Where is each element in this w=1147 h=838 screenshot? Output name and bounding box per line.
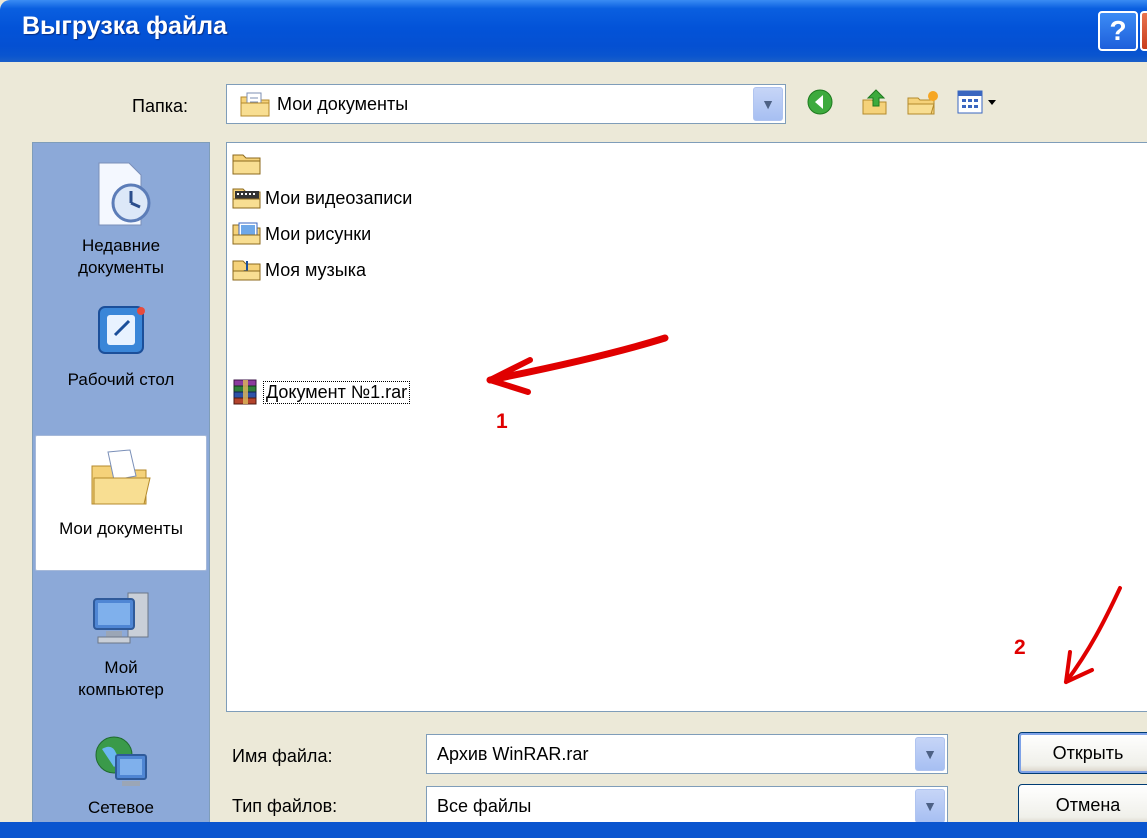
open-button-label: Открыть <box>1052 742 1124 763</box>
look-in-value: Мои документы <box>277 94 409 114</box>
filename-value: Архив WinRAR.rar <box>437 744 589 764</box>
title-bar[interactable]: Выгрузка файла ? ✕ <box>0 0 1147 62</box>
chevron-down-icon[interactable]: ▼ <box>915 737 945 771</box>
music-folder-icon <box>232 260 261 281</box>
help-icon: ? <box>1109 15 1127 46</box>
file-list[interactable]: Мои видеозаписи Мои рисунки Моя музыка Д… <box>226 142 1147 712</box>
place-label: Мои документы <box>59 519 183 538</box>
filetype-label: Тип файлов: <box>232 796 338 816</box>
desktop-icon <box>98 306 145 354</box>
cancel-button[interactable]: Отмена <box>1018 784 1147 826</box>
place-network[interactable]: Сетевое <box>33 729 209 819</box>
filetype-combobox[interactable]: Все файлы ▼ <box>426 786 948 826</box>
recent-documents-icon <box>98 162 151 226</box>
look-in-combobox[interactable]: Мои документы ▼ <box>226 84 786 124</box>
list-item[interactable]: Моя музыка <box>231 255 366 285</box>
list-item[interactable]: Мои рисунки <box>231 219 371 249</box>
annotation-marker-1: 1 <box>496 410 508 433</box>
filetype-value: Все файлы <box>437 796 532 816</box>
list-item[interactable]: Документ №1.rar <box>231 377 411 407</box>
my-computer-icon <box>93 592 149 644</box>
file-name: Мои рисунки <box>265 223 372 244</box>
file-name: Мои видеозаписи <box>265 187 413 208</box>
place-desktop[interactable]: Рабочий стол <box>33 301 209 391</box>
place-my-computer[interactable]: Мой компьютер <box>33 585 209 701</box>
file-name: Документ №1.rar <box>263 380 411 404</box>
view-menu-icon[interactable] <box>956 88 1008 116</box>
help-button[interactable]: ? <box>1098 11 1138 51</box>
annotation-marker-2: 2 <box>1014 636 1026 659</box>
up-folder-icon[interactable] <box>860 88 890 118</box>
open-button[interactable]: Открыть <box>1018 732 1147 774</box>
cancel-button-label: Отмена <box>1055 794 1121 815</box>
video-folder-icon <box>232 188 261 209</box>
back-icon[interactable] <box>806 88 834 116</box>
rar-archive-icon <box>233 379 257 405</box>
my-documents-small-icon <box>240 92 270 117</box>
place-label: Сетевое <box>88 798 154 817</box>
pictures-folder-icon <box>232 222 261 245</box>
place-label: Мой компьютер <box>78 658 164 699</box>
new-folder-icon[interactable] <box>906 88 940 118</box>
list-item[interactable] <box>231 149 265 179</box>
close-button[interactable]: ✕ <box>1140 11 1147 51</box>
place-label: Недавние документы <box>78 236 164 277</box>
network-icon <box>95 736 147 786</box>
list-item[interactable]: Мои видеозаписи <box>231 183 412 213</box>
chevron-down-icon[interactable]: ▼ <box>753 87 783 121</box>
folder-icon <box>232 154 261 175</box>
my-documents-icon <box>91 449 151 505</box>
look-in-label: Папка: <box>132 96 188 116</box>
places-bar: Недавние документы Рабочий стол Мои доку… <box>32 142 210 838</box>
file-name: Моя музыка <box>265 259 367 280</box>
file-upload-dialog: Выгрузка файла ? ✕ Папка: Мои документы … <box>0 0 1147 838</box>
window-frame-bottom <box>0 822 1147 838</box>
window-title: Выгрузка файла <box>22 12 228 40</box>
filename-combobox[interactable]: Архив WinRAR.rar ▼ <box>426 734 948 774</box>
place-label: Рабочий стол <box>67 370 175 389</box>
place-recent-documents[interactable]: Недавние документы <box>33 159 209 279</box>
filename-label: Имя файла: <box>232 746 333 766</box>
chevron-down-icon[interactable]: ▼ <box>915 789 945 823</box>
place-my-documents[interactable]: Мои документы <box>35 435 207 571</box>
